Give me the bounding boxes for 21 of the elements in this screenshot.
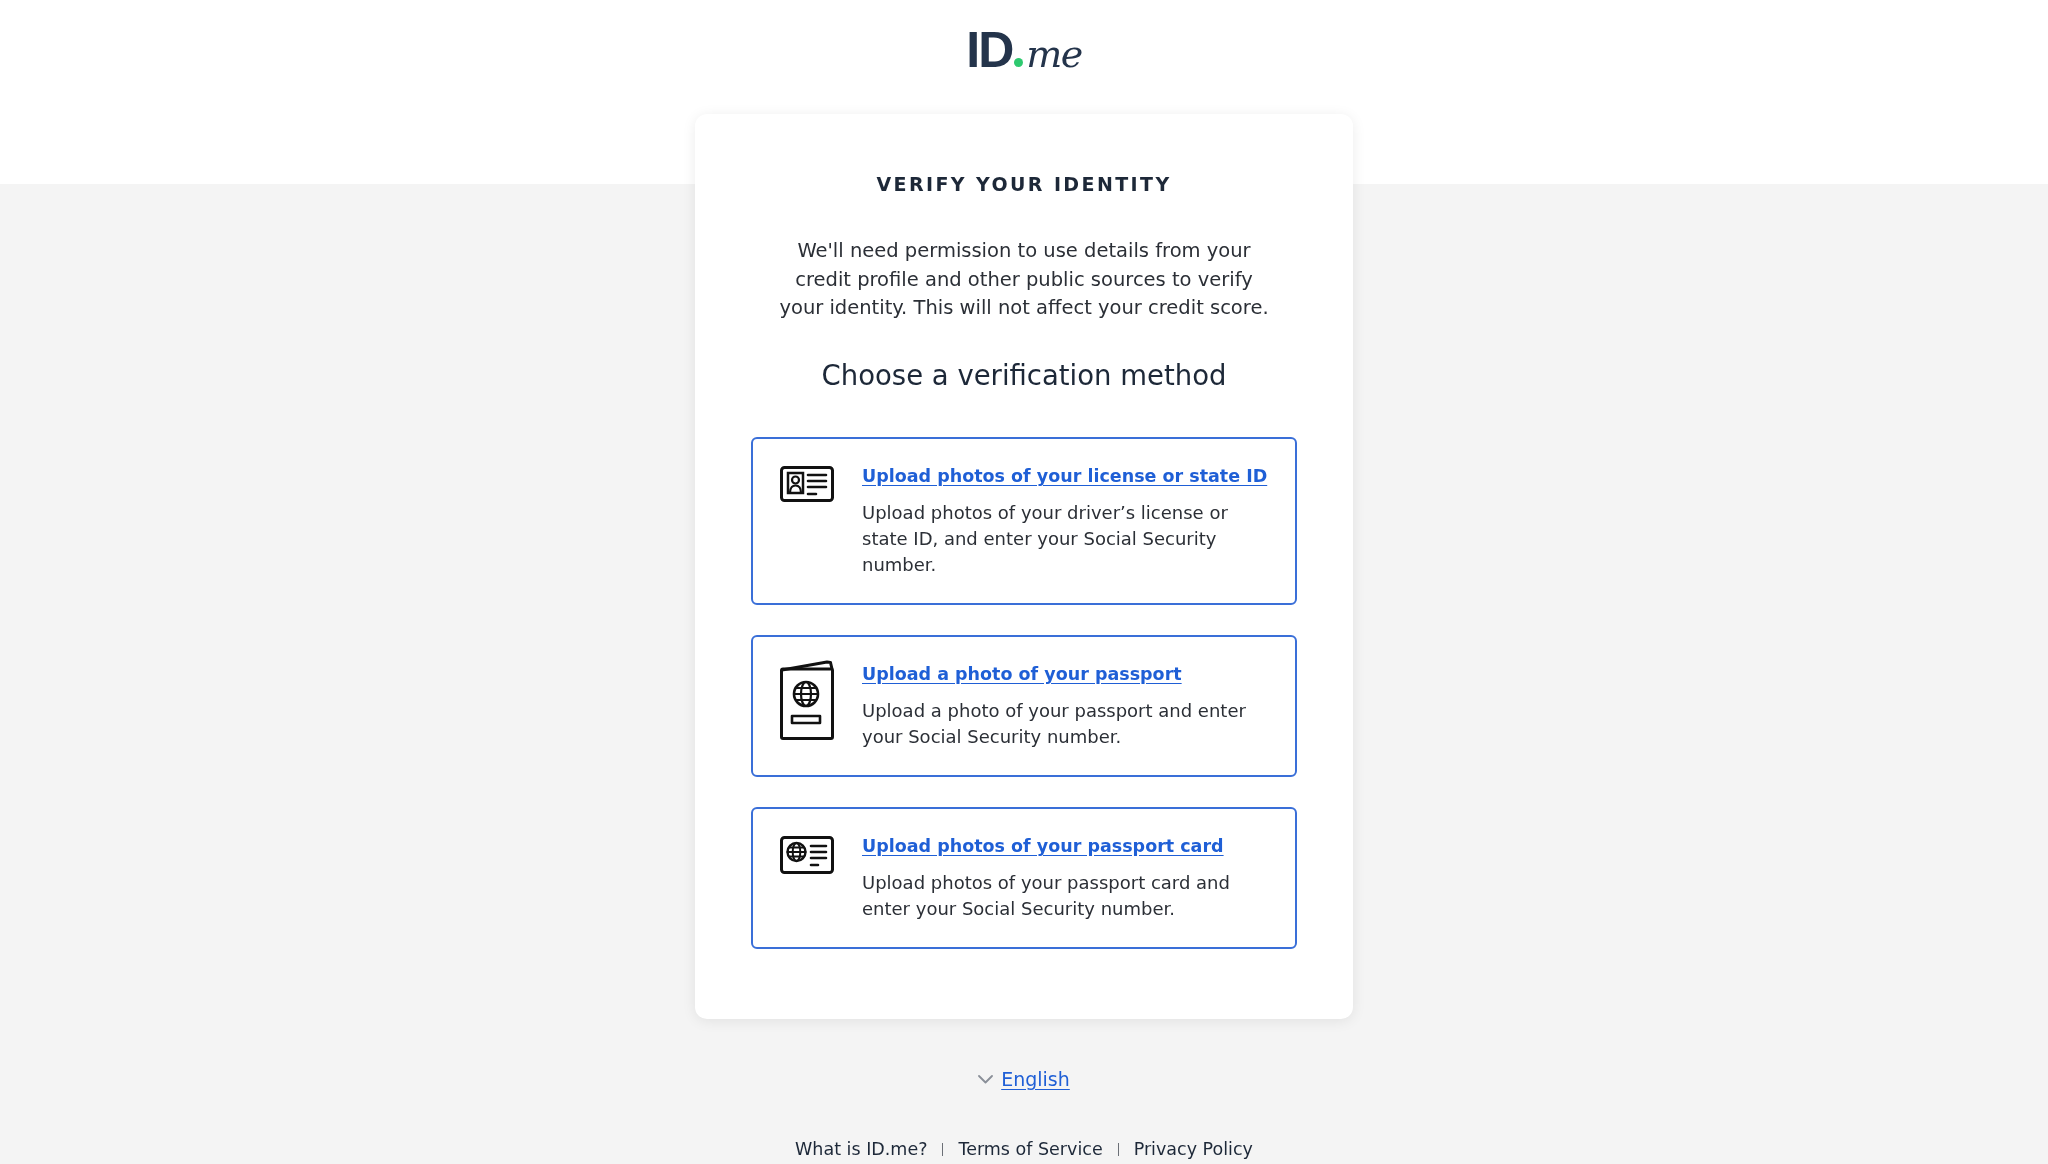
id-card-icon [780, 466, 834, 503]
footer-link[interactable]: What is ID.me? [795, 1137, 928, 1162]
method-link[interactable]: Upload photos of your license or state ID [862, 462, 1268, 491]
method-option[interactable]: Upload photos of your passport card Upload photos of your passport card and enter your Social Security number. [751, 807, 1297, 950]
chevron-down-icon [978, 1074, 994, 1084]
language-selector[interactable]: English [978, 1065, 1070, 1094]
brand-logo: ID me [966, 26, 1082, 74]
method-option[interactable]: Upload photos of your license or state ID Upload photos of your driver’s license or state ID, and enter your Social Security number. [751, 437, 1297, 606]
footer-link[interactable]: Privacy Policy [1133, 1137, 1253, 1162]
footer-link[interactable]: Terms of Service [958, 1137, 1103, 1162]
method-option[interactable]: Upload a photo of your passport Upload a photo of your passport and enter your Social Security number. [751, 635, 1297, 778]
method-link[interactable]: Upload a photo of your passport [862, 660, 1182, 689]
page-heading: VERIFY YOUR IDENTITY [876, 172, 1172, 197]
method-description: Upload a photo of your passport and enter your Social Security number. [862, 699, 1247, 750]
method-description: Upload photos of your driver’s license or state ID, and enter your Social Security number. [862, 501, 1229, 578]
globe-card-icon [780, 836, 834, 875]
intro-text: We'll need permission to use details from your credit profile and other public sources to verify your identity. This will not affect your credit score. [778, 238, 1270, 322]
method-heading: Choose a verification method [821, 358, 1227, 394]
passport-icon [780, 660, 834, 741]
method-description: Upload photos of your passport card and enter your Social Security number. [862, 871, 1231, 922]
method-link[interactable]: Upload photos of your passport card [862, 832, 1224, 861]
